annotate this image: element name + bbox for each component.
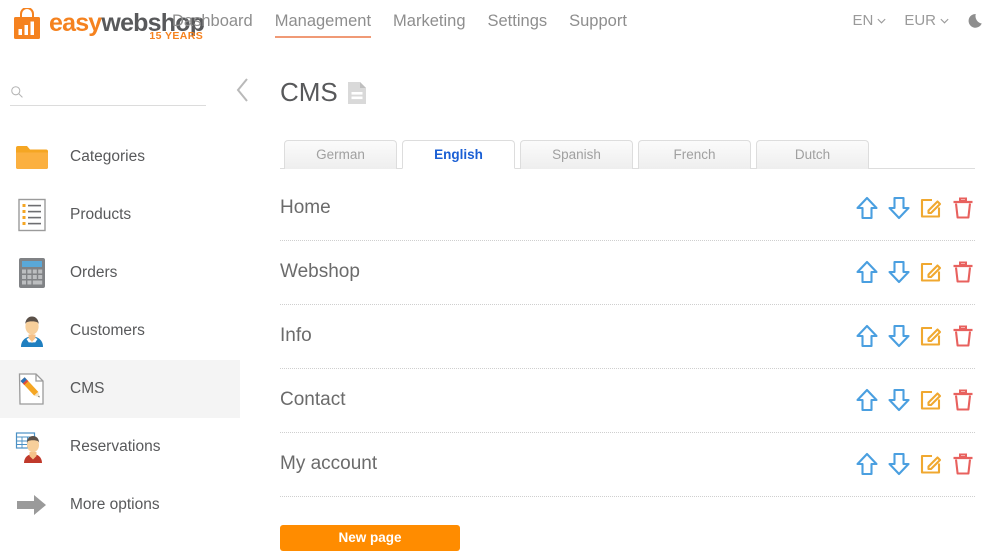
moon-icon[interactable]: [967, 11, 986, 30]
tab-french[interactable]: French: [638, 139, 751, 169]
row-actions: [855, 259, 975, 285]
nav-item-support[interactable]: Support: [569, 12, 627, 36]
row-actions: [855, 195, 975, 221]
move-down-icon[interactable]: [887, 387, 911, 413]
page-title-row: CMS: [280, 60, 1000, 126]
language-selector[interactable]: EN: [852, 12, 887, 29]
page-name: My account: [280, 453, 378, 475]
table-row: Home: [280, 177, 975, 241]
nav-item-marketing[interactable]: Marketing: [393, 12, 465, 36]
sidebar-item-label: Customers: [70, 322, 145, 339]
sidebar-menu: Categories Products Orders Customers CMS…: [0, 128, 240, 534]
nav-item-dashboard[interactable]: Dashboard: [172, 12, 253, 36]
currency-label: EUR: [904, 12, 936, 29]
cms-pages-list: Home Webshop Info Contact My account: [280, 177, 975, 497]
top-header: easywebshop 15 YEARS Dashboard Managemen…: [0, 0, 1000, 48]
sidebar-item-label: Categories: [70, 148, 145, 165]
sidebar-item-orders[interactable]: Orders: [0, 244, 240, 302]
document-icon: [347, 81, 366, 104]
page-name: Home: [280, 197, 331, 219]
language-tabs: German English Spanish French Dutch: [280, 139, 975, 169]
folder-icon: [12, 137, 52, 177]
move-up-icon[interactable]: [855, 259, 879, 285]
sidebar-item-products[interactable]: Products: [0, 186, 240, 244]
table-row: Webshop: [280, 241, 975, 305]
nav-item-settings[interactable]: Settings: [488, 12, 548, 36]
delete-icon[interactable]: [951, 387, 975, 413]
search-icon: [11, 85, 23, 98]
chevron-down-icon: [877, 18, 886, 24]
tab-spanish[interactable]: Spanish: [520, 139, 633, 169]
move-down-icon[interactable]: [887, 259, 911, 285]
sidebar-item-label: More options: [70, 496, 160, 513]
move-down-icon[interactable]: [887, 195, 911, 221]
sidebar-item-label: Orders: [70, 264, 118, 281]
page-pencil-icon: [12, 369, 52, 409]
search-box[interactable]: [10, 84, 206, 106]
move-up-icon[interactable]: [855, 195, 879, 221]
sidebar-item-cms[interactable]: CMS: [0, 360, 240, 418]
search-input[interactable]: [30, 84, 200, 99]
new-page-button[interactable]: New page: [280, 524, 460, 551]
language-label: EN: [852, 12, 874, 29]
delete-icon[interactable]: [951, 259, 975, 285]
row-actions: [855, 323, 975, 349]
list-page-icon: [12, 195, 52, 235]
sidebar-item-categories[interactable]: Categories: [0, 128, 240, 186]
sidebar-search-row: [10, 78, 248, 106]
page-name: Info: [280, 325, 312, 347]
nav-item-management[interactable]: Management: [274, 12, 372, 38]
shopping-bag-chart-icon: [14, 8, 40, 39]
delete-icon[interactable]: [951, 323, 975, 349]
delete-icon[interactable]: [951, 451, 975, 477]
page-title: CMS: [280, 77, 338, 108]
page-name: Webshop: [280, 261, 360, 283]
row-actions: [855, 451, 975, 477]
table-row: My account: [280, 433, 975, 497]
customer-icon: [12, 311, 52, 351]
move-down-icon[interactable]: [887, 323, 911, 349]
sidebar-item-reservations[interactable]: Reservations: [0, 418, 240, 476]
move-up-icon[interactable]: [855, 451, 879, 477]
table-row: Contact: [280, 369, 975, 433]
edit-icon[interactable]: [919, 451, 943, 477]
calculator-icon: [12, 253, 52, 293]
move-up-icon[interactable]: [855, 387, 879, 413]
reservation-icon: [12, 427, 52, 467]
chevron-left-icon[interactable]: [233, 74, 253, 106]
table-row: Info: [280, 305, 975, 369]
edit-icon[interactable]: [919, 195, 943, 221]
edit-icon[interactable]: [919, 259, 943, 285]
sidebar: Categories Products Orders Customers CMS…: [0, 48, 248, 535]
sidebar-item-more-options[interactable]: More options: [0, 476, 240, 534]
tab-dutch[interactable]: Dutch: [756, 139, 869, 169]
currency-selector[interactable]: EUR: [904, 12, 950, 29]
arrow-right-icon: [12, 485, 52, 525]
main-content: CMS German English Spanish French Dutch …: [280, 48, 1000, 551]
row-actions: [855, 387, 975, 413]
sidebar-item-customers[interactable]: Customers: [0, 302, 240, 360]
move-down-icon[interactable]: [887, 451, 911, 477]
delete-icon[interactable]: [951, 195, 975, 221]
edit-icon[interactable]: [919, 323, 943, 349]
tab-english[interactable]: English: [402, 139, 515, 169]
move-up-icon[interactable]: [855, 323, 879, 349]
sidebar-item-label: CMS: [70, 380, 105, 397]
edit-icon[interactable]: [919, 387, 943, 413]
sidebar-item-label: Reservations: [70, 438, 161, 455]
sidebar-item-label: Products: [70, 206, 132, 223]
header-right-controls: EN EUR: [852, 11, 986, 30]
chevron-down-icon: [940, 18, 949, 24]
tab-german[interactable]: German: [284, 139, 397, 169]
page-name: Contact: [280, 389, 346, 411]
main-navigation: Dashboard Management Marketing Settings …: [172, 12, 627, 38]
logo-text-primary: easy: [49, 8, 102, 37]
